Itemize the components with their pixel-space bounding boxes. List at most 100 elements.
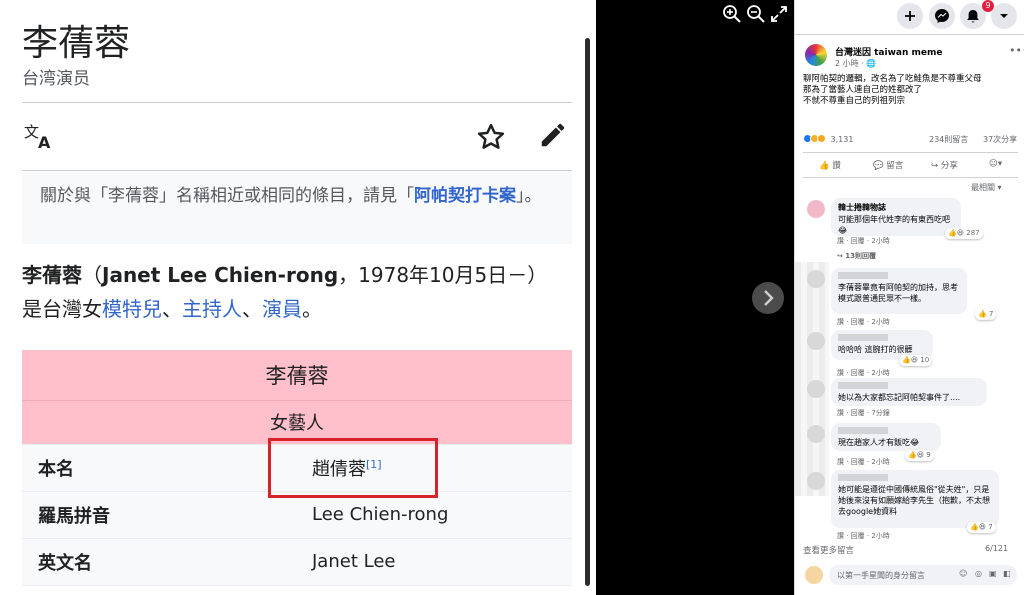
fullscreen-icon[interactable] bbox=[769, 4, 789, 24]
share-label: 分享 bbox=[940, 161, 958, 171]
commenter-name[interactable]: 韓士捲韓物誌 bbox=[838, 202, 954, 213]
actions-divider bbox=[803, 177, 1018, 178]
link-actor[interactable]: 演員 bbox=[262, 297, 302, 321]
comment-meta[interactable]: 讚 · 回覆 · 2小時 bbox=[837, 317, 890, 327]
camera-icon[interactable]: ◎ bbox=[975, 569, 982, 578]
more-options-icon[interactable]: ••• bbox=[1009, 44, 1024, 57]
messenger-icon bbox=[935, 9, 949, 23]
lead-name: 李蒨蓉 bbox=[22, 263, 82, 287]
next-photo-button[interactable] bbox=[752, 282, 784, 314]
page-description: 台湾演员 bbox=[22, 69, 90, 89]
comment-input-placeholder: 以第一手星聞的身分留言 bbox=[837, 571, 925, 580]
avatar[interactable] bbox=[807, 472, 825, 490]
blurred-avatars bbox=[795, 262, 829, 496]
hatnote-text: 關於與「李蒨蓉」名稱相近或相同的條目，請見「 bbox=[40, 186, 414, 206]
share-icon: ↪ bbox=[931, 161, 939, 171]
share-button[interactable]: ↪ 分享 bbox=[931, 159, 958, 171]
svg-text:文: 文 bbox=[24, 123, 39, 141]
edit-pencil-icon[interactable] bbox=[538, 120, 568, 150]
post-line: 聊阿帕契的邏輯，改名為了吃鮭魚是不尊重父母 bbox=[803, 74, 982, 84]
lead-paragraph: 李蒨蓉（Janet Lee Chien-rong，1978年10月5日－） 是台灣… bbox=[22, 258, 582, 326]
reaction-icons: 👍😆 bbox=[908, 451, 927, 459]
comment-bubble: 李蒨蓉畢竟有阿帕契的加持，思考模式跟普通民眾不一樣。 bbox=[831, 268, 967, 314]
avatar[interactable] bbox=[807, 270, 825, 288]
svg-text:A: A bbox=[38, 133, 51, 150]
watch-star-icon[interactable] bbox=[476, 122, 506, 152]
comment-reactions[interactable]: 👍😆 287 bbox=[945, 228, 983, 239]
comment-text: 可能那個年代姓李的有東西吃吧😂 bbox=[838, 215, 950, 235]
like-icon: 👍 bbox=[978, 310, 989, 318]
avatar[interactable] bbox=[807, 380, 825, 398]
comment-sort[interactable]: 最相關 ▾ bbox=[971, 182, 1002, 193]
zoom-out-icon[interactable] bbox=[746, 4, 766, 24]
messenger-button[interactable] bbox=[929, 3, 955, 29]
comment-meta[interactable]: 讚 · 回覆 · 2小時 bbox=[837, 531, 890, 541]
link-host[interactable]: 主持人 bbox=[182, 297, 242, 321]
page-name[interactable]: 台灣迷因 taiwan meme bbox=[835, 45, 943, 58]
blurred-name bbox=[838, 272, 888, 279]
smiley-icon: ☺ bbox=[989, 159, 998, 169]
toolbar-divider bbox=[22, 170, 572, 171]
comment-reactions[interactable]: 👍😆 10 bbox=[899, 355, 933, 366]
link-model[interactable]: 模特兒 bbox=[102, 297, 162, 321]
comment-text: 李蒨蓉畢竟有阿帕契的加持，思考模式跟普通民眾不一樣。 bbox=[838, 283, 958, 303]
avatar[interactable] bbox=[807, 200, 825, 218]
comment-meta[interactable]: 讚 · 回覆 · 2小時 bbox=[837, 457, 890, 467]
blurred-name bbox=[838, 474, 888, 481]
comment-icon: 💬 bbox=[873, 161, 884, 171]
like-button[interactable]: 👍 讚 bbox=[819, 159, 841, 171]
reaction-picker[interactable]: ☺▾ bbox=[989, 159, 1002, 169]
create-button[interactable] bbox=[897, 3, 923, 29]
comment-bubble: 韓士捲韓物誌 可能那個年代姓李的有東西吃吧😂 bbox=[831, 198, 961, 236]
hatnote-link[interactable]: 阿帕契打卡案 bbox=[414, 186, 516, 206]
comment-reactions[interactable]: 👍😆 9 bbox=[905, 450, 934, 461]
comment-meta[interactable]: 讚 · 回覆 · 2小時 bbox=[837, 236, 890, 246]
infobox-label: 本名 bbox=[22, 444, 310, 492]
current-user-avatar bbox=[805, 566, 823, 584]
lead-sep: 、 bbox=[162, 297, 182, 321]
lead-english-name: Janet Lee Chien-rong bbox=[102, 263, 339, 287]
reaction-count: 7 bbox=[988, 523, 993, 531]
view-replies-link[interactable]: ↪ 13則回覆 bbox=[837, 251, 876, 261]
gif-icon[interactable]: ▣ bbox=[989, 569, 997, 578]
reaction-count[interactable]: 3,131 bbox=[831, 135, 854, 144]
thumbs-up-icon: 👍 bbox=[819, 161, 830, 171]
comment-reactions[interactable]: 👍 7 bbox=[975, 309, 997, 320]
reaction-icons[interactable] bbox=[803, 134, 826, 144]
infobox-label: 英文名 bbox=[22, 538, 310, 586]
comment-input[interactable]: 以第一手星聞的身分留言 ☺ ◎ ▣ ◧ bbox=[829, 565, 1017, 585]
comment-label: 留言 bbox=[886, 161, 904, 171]
avatar[interactable] bbox=[807, 425, 825, 443]
lead-dates: ，1978年10月5日－） bbox=[338, 263, 548, 287]
plus-icon bbox=[905, 11, 915, 21]
caret-down-icon bbox=[1000, 14, 1008, 18]
scrollbar[interactable] bbox=[585, 38, 590, 586]
blurred-name bbox=[838, 427, 888, 434]
shares-count[interactable]: 37次分享 bbox=[983, 134, 1017, 145]
avatar[interactable] bbox=[807, 332, 825, 350]
reaction-icons: 👍😆 bbox=[970, 523, 989, 531]
translate-icon[interactable]: 文 A bbox=[24, 122, 56, 150]
infobox-row: 羅馬拼音 Lee Chien-rong bbox=[22, 491, 572, 539]
page-avatar[interactable] bbox=[805, 44, 827, 66]
emoji-icon[interactable]: ☺ bbox=[959, 569, 967, 578]
page-title: 李蒨蓉 bbox=[22, 23, 131, 64]
sticker-icon[interactable]: ◧ bbox=[1003, 569, 1011, 578]
post-time-text: 2 小時 · bbox=[835, 59, 867, 68]
hatnote-suffix: 」。 bbox=[516, 186, 542, 206]
lead-period: 。 bbox=[302, 297, 322, 321]
comment-reactions[interactable]: 👍😆 7 bbox=[967, 522, 996, 533]
see-more-comments-link[interactable]: 查看更多留言 bbox=[803, 544, 854, 556]
comment-counter: 6/121 bbox=[985, 544, 1009, 553]
zoom-in-icon[interactable] bbox=[722, 4, 742, 24]
chevron-right-icon bbox=[764, 290, 774, 306]
account-button[interactable] bbox=[991, 3, 1017, 29]
comment-button[interactable]: 💬 留言 bbox=[873, 159, 903, 171]
photo-viewer bbox=[596, 0, 794, 595]
reaction-count: 10 bbox=[920, 356, 930, 364]
comment-meta[interactable]: 讚 · 回覆 · 7分鐘 bbox=[837, 408, 890, 418]
post-time: 2 小時 · 🌐 bbox=[835, 58, 876, 69]
comments-count[interactable]: 234則留言 bbox=[929, 134, 968, 145]
comment-meta[interactable]: 讚 · 回覆 · 2小時 bbox=[837, 368, 890, 378]
post-stats: 3,131 234則留言 37次分享 bbox=[803, 134, 1018, 146]
